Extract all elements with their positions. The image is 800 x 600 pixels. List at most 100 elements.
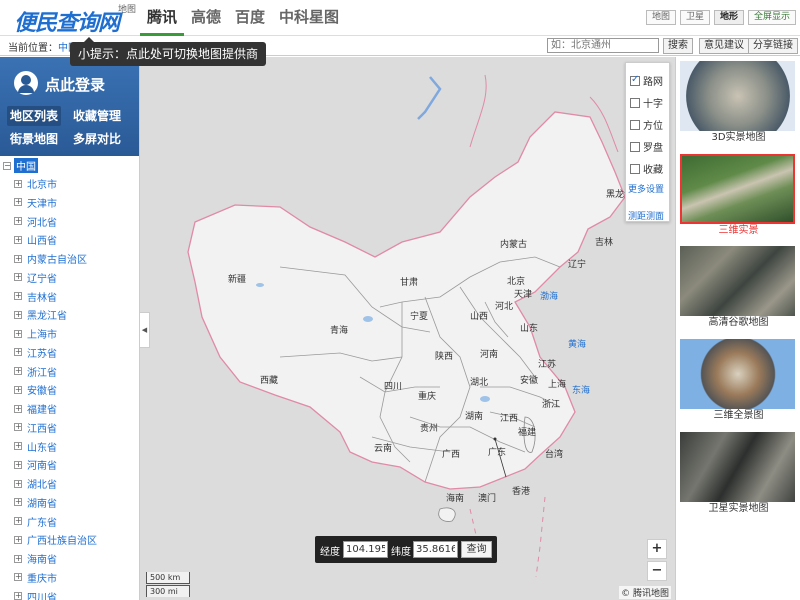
search-button[interactable]: 搜索 — [663, 38, 693, 54]
map-type-satellite-button[interactable]: 卫星 — [679, 10, 710, 25]
tree-item-label[interactable]: 河南省 — [27, 457, 57, 472]
tree-item[interactable]: + 辽宁省 — [14, 270, 57, 285]
checkbox-icon[interactable] — [630, 74, 640, 86]
share-link-button[interactable]: 分享链接 — [748, 38, 798, 54]
tree-item[interactable]: + 重庆市 — [14, 570, 57, 585]
expand-icon[interactable]: + — [14, 517, 22, 525]
tree-item[interactable]: + 湖北省 — [14, 476, 57, 491]
tab-amap[interactable]: 高德 — [184, 0, 228, 36]
tree-item-label[interactable]: 广西壮族自治区 — [27, 532, 97, 547]
search-input[interactable] — [547, 38, 659, 53]
expand-icon[interactable]: + — [14, 310, 22, 319]
expand-icon[interactable]: + — [14, 385, 22, 394]
tree-item[interactable]: + 福建省 — [14, 401, 57, 416]
tree-item[interactable]: + 上海市 — [14, 326, 57, 341]
tree-item[interactable]: + 江西省 — [14, 420, 57, 435]
tree-item-label[interactable]: 辽宁省 — [27, 270, 57, 285]
layer-option-favorites[interactable]: 收藏 — [630, 161, 663, 176]
tree-item-label[interactable]: 浙江省 — [27, 364, 57, 379]
tree-item[interactable]: + 安徽省 — [14, 382, 57, 397]
favorites-button[interactable]: 收藏管理 — [69, 106, 125, 126]
tree-item[interactable]: + 山西省 — [14, 232, 57, 247]
tree-item-label[interactable]: 黑龙江省 — [27, 307, 67, 322]
tree-item-label[interactable]: 安徽省 — [27, 382, 57, 397]
layer-option-road[interactable]: 路网 — [630, 73, 663, 88]
tree-item[interactable]: + 北京市 — [14, 176, 57, 191]
map-type-terrain-button[interactable]: 地形 — [713, 10, 744, 25]
thumb-panorama[interactable]: 三维全景图 — [680, 339, 797, 423]
tree-item-label[interactable]: 山东省 — [27, 439, 57, 454]
checkbox-icon[interactable] — [630, 97, 640, 108]
expand-icon[interactable]: + — [14, 535, 22, 544]
expand-icon[interactable]: + — [14, 442, 22, 450]
tree-item[interactable]: + 广西壮族自治区 — [14, 532, 97, 547]
tree-item-label[interactable]: 江西省 — [27, 420, 57, 435]
expand-icon[interactable]: + — [14, 592, 22, 600]
expand-icon[interactable]: + — [14, 292, 22, 300]
map-type-map-button[interactable]: 地图 — [645, 10, 676, 25]
expand-icon[interactable]: + — [14, 217, 22, 225]
tree-item-label[interactable]: 内蒙古自治区 — [27, 251, 87, 266]
tree-item-label[interactable]: 上海市 — [27, 326, 57, 341]
tree-item[interactable]: + 河南省 — [14, 457, 57, 472]
checkbox-icon[interactable] — [630, 141, 640, 152]
tree-item-label[interactable]: 海南省 — [27, 551, 57, 566]
tree-item[interactable]: + 内蒙古自治区 — [14, 251, 87, 266]
expand-icon[interactable]: + — [14, 254, 22, 263]
region-list-button[interactable]: 地区列表 — [7, 106, 61, 126]
multi-screen-button[interactable]: 多屏对比 — [69, 129, 125, 149]
expand-icon[interactable]: + — [14, 348, 22, 357]
checkbox-icon[interactable] — [630, 163, 640, 174]
zoom-out-button[interactable]: − — [647, 561, 667, 581]
tree-item[interactable]: + 江苏省 — [14, 345, 57, 360]
more-settings-link[interactable]: 更多设置 — [628, 182, 664, 195]
login-link[interactable]: 点此登录 — [45, 74, 105, 95]
collapse-icon[interactable]: − — [3, 161, 11, 170]
thumb-3d-street[interactable]: 三维实景 — [680, 154, 797, 238]
expand-icon[interactable]: + — [14, 460, 22, 469]
tab-geovis[interactable]: 中科星图 — [272, 0, 346, 36]
feedback-button[interactable]: 意见建议 — [699, 38, 749, 54]
fullscreen-button[interactable]: 全屏显示 — [747, 10, 796, 25]
layer-option-direction[interactable]: 方位 — [630, 117, 663, 132]
expand-icon[interactable]: + — [14, 179, 22, 188]
tree-item-label[interactable]: 江苏省 — [27, 345, 57, 360]
thumb-3d-map[interactable]: 3D实景地图 — [680, 61, 797, 145]
expand-icon[interactable]: + — [14, 404, 22, 413]
tree-item[interactable]: + 广东省 — [14, 514, 57, 529]
layer-option-compass[interactable]: 罗盘 — [630, 139, 663, 154]
tree-item[interactable]: + 河北省 — [14, 214, 57, 229]
tree-item-label[interactable]: 福建省 — [27, 401, 57, 416]
coordinate-query-button[interactable]: 查询 — [461, 541, 492, 558]
tree-item[interactable]: + 天津市 — [14, 195, 57, 210]
tree-item[interactable]: + 吉林省 — [14, 289, 57, 304]
collapse-sidebar-icon[interactable]: ◀ — [140, 312, 150, 348]
expand-icon[interactable]: + — [14, 423, 22, 432]
thumb-google-hd[interactable]: 高清谷歌地图 — [680, 246, 797, 330]
tab-baidu[interactable]: 百度 — [228, 0, 272, 36]
zoom-in-button[interactable]: + — [647, 539, 667, 559]
tree-item[interactable]: + 浙江省 — [14, 364, 57, 379]
tree-item-label[interactable]: 湖南省 — [27, 495, 57, 510]
tab-tencent[interactable]: 腾讯 — [140, 0, 185, 36]
latitude-input[interactable] — [413, 541, 458, 558]
tree-item[interactable]: + 海南省 — [14, 551, 57, 566]
tree-item-label[interactable]: 吉林省 — [27, 289, 57, 304]
expand-icon[interactable]: + — [14, 498, 22, 507]
tree-item-label[interactable]: 重庆市 — [27, 570, 57, 585]
tree-item[interactable]: + 湖南省 — [14, 495, 57, 510]
expand-icon[interactable]: + — [14, 554, 22, 563]
tree-root[interactable]: − 中国 — [3, 158, 38, 173]
thumb-satellite[interactable]: 卫星实景地图 — [680, 432, 797, 516]
map-canvas[interactable]: 新疆 西藏 青海 甘肃 宁夏 内蒙古 黑龙江 吉林 辽宁 北京 天津 河北 山西 陕西 山东 河南 江苏 安徽 上海… — [140, 57, 675, 600]
tree-item-label[interactable]: 广东省 — [27, 514, 57, 529]
expand-icon[interactable]: + — [14, 367, 22, 375]
tree-item[interactable]: + 四川省 — [14, 589, 57, 600]
tree-item-label[interactable]: 四川省 — [27, 589, 57, 600]
layer-option-crosshair[interactable]: 十字 — [630, 95, 663, 110]
expand-icon[interactable]: + — [14, 235, 22, 244]
tree-item[interactable]: + 黑龙江省 — [14, 307, 67, 322]
checkbox-icon[interactable] — [630, 119, 640, 130]
expand-icon[interactable]: + — [14, 479, 22, 488]
tree-item-label[interactable]: 湖北省 — [27, 476, 57, 491]
